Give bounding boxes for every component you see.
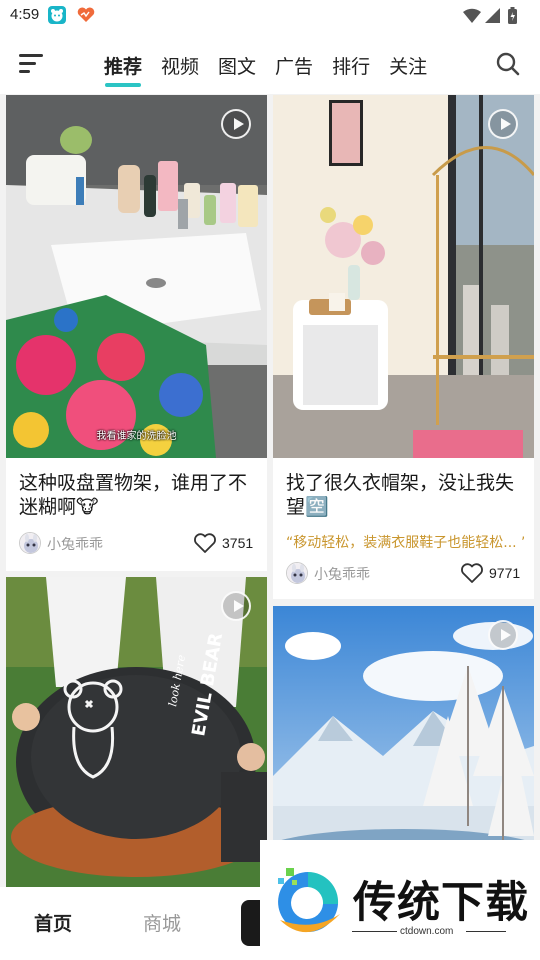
status-right-icons [460, 6, 530, 26]
brand-logo-icon [278, 868, 340, 933]
bottom-nav-mall[interactable]: 商城 [143, 909, 181, 936]
avatar[interactable] [19, 532, 41, 554]
play-icon [221, 109, 251, 139]
app-heart-icon [76, 6, 96, 24]
app-bear-icon [48, 6, 66, 24]
status-time: 4:59 [10, 6, 40, 23]
play-icon [488, 620, 518, 650]
card-title: 找了很久衣帽架，没让我失望🈳 [286, 472, 515, 518]
play-icon [488, 109, 518, 139]
tab-bar: 推荐 视频 图文 广告 排行 关注 [104, 52, 446, 87]
feed-card[interactable]: 找了很久衣帽架，没让我失望🈳 “移动轻松，装满衣服鞋子也能轻松... ” 小兔乖… [273, 95, 534, 599]
avatar[interactable] [286, 562, 308, 584]
tab-ads[interactable]: 广告 [275, 52, 313, 86]
bottom-nav-home[interactable]: 首页 [34, 909, 72, 936]
watermark-brand: 传统下载 [353, 878, 529, 928]
heart-icon[interactable] [460, 562, 484, 584]
wifi-icon [463, 8, 481, 23]
card-quote: “移动轻松，装满衣服鞋子也能轻松... ” [286, 535, 524, 551]
tab-ranking[interactable]: 排行 [332, 52, 370, 86]
watermark-divider [466, 931, 506, 932]
watermark-url: ctdown.com [400, 926, 454, 937]
card-title: 这种吸盘置物架，谁用了不迷糊啊🐮 [19, 472, 248, 518]
author-name[interactable]: 小兔乖乖 [314, 564, 370, 584]
tab-image-text[interactable]: 图文 [218, 52, 256, 86]
heart-icon[interactable] [193, 532, 217, 554]
watermark-divider [352, 931, 397, 932]
search-icon[interactable] [496, 52, 520, 76]
play-icon [221, 591, 251, 621]
feed-card[interactable]: look here EVIL BEAR [6, 577, 267, 887]
feed-card[interactable]: 我看谁家的洗脸池 这种吸盘置物架，谁用了不迷糊啊🐮 小兔乖乖 3751 [6, 95, 267, 571]
watermark: 传统下载 ctdown.com [260, 840, 540, 960]
like-count: 9771 [489, 565, 521, 581]
top-nav: 推荐 视频 图文 广告 排行 关注 [0, 32, 540, 94]
card-thumbnail [6, 95, 267, 458]
tab-recommend[interactable]: 推荐 [104, 52, 142, 87]
tab-following[interactable]: 关注 [389, 52, 427, 86]
card-thumbnail [273, 95, 534, 458]
menu-icon[interactable] [18, 52, 46, 76]
status-bar: 4:59 [0, 0, 540, 32]
card-thumbnail: look here EVIL BEAR [6, 577, 267, 887]
like-count: 3751 [222, 535, 254, 551]
tab-video[interactable]: 视频 [161, 52, 199, 86]
signal-icon [485, 8, 500, 23]
video-caption: 我看谁家的洗脸池 [96, 431, 177, 442]
author-name[interactable]: 小兔乖乖 [47, 534, 103, 554]
battery-icon [508, 7, 517, 24]
